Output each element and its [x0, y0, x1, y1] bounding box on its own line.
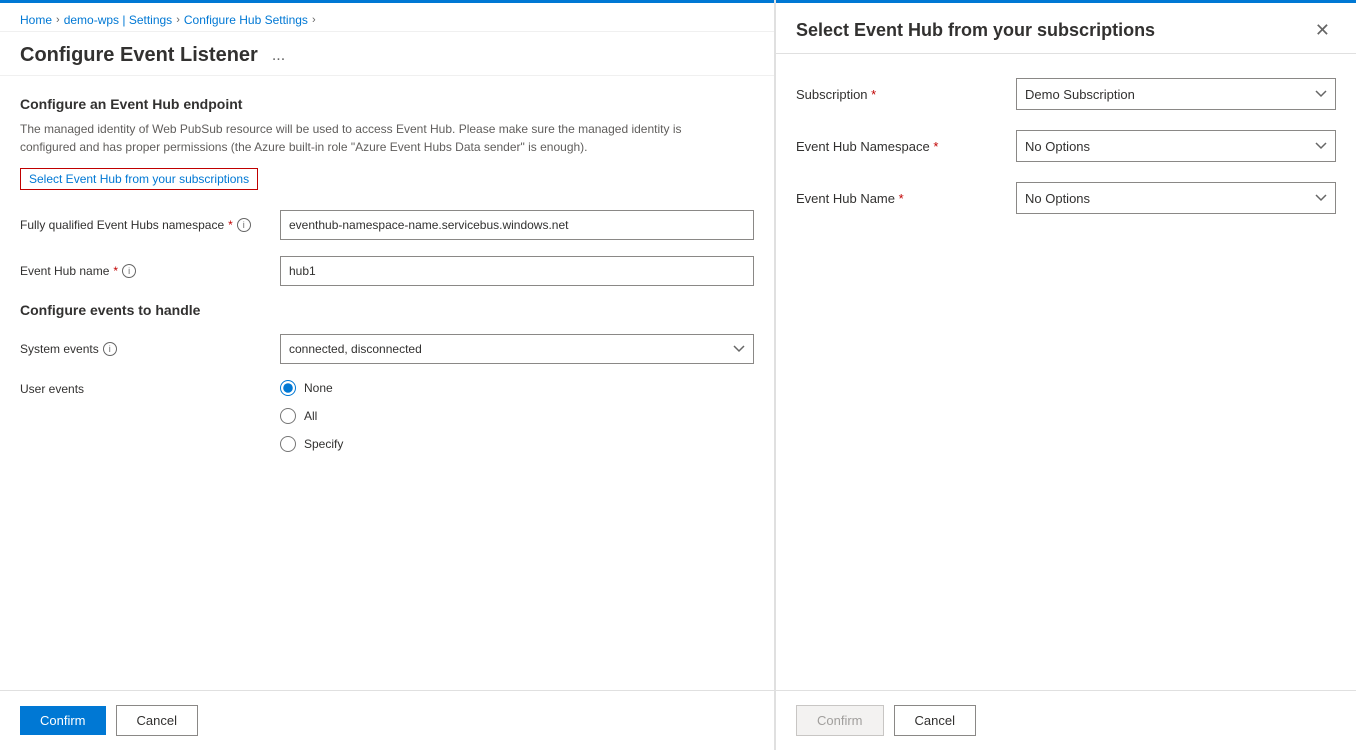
breadcrumb: Home › demo-wps | Settings › Configure H…	[0, 3, 774, 32]
breadcrumb-sep-3: ›	[312, 14, 316, 26]
right-footer: Confirm Cancel	[776, 690, 1356, 750]
user-events-radio-group: None All Specify	[280, 380, 343, 452]
select-event-hub-link[interactable]: Select Event Hub from your subscriptions	[20, 168, 258, 190]
breadcrumb-sep-2: ›	[176, 14, 180, 26]
right-namespace-label: Event Hub Namespace *	[796, 139, 1016, 154]
subscription-dropdown[interactable]: Demo Subscription	[1016, 78, 1336, 110]
radio-none-option[interactable]: None	[280, 380, 343, 396]
endpoint-description: The managed identity of Web PubSub resou…	[20, 120, 720, 156]
right-content: Subscription * Demo Subscription Event H…	[776, 54, 1356, 690]
right-namespace-row: Event Hub Namespace * No Options	[796, 130, 1336, 162]
right-close-button[interactable]: ✕	[1309, 19, 1336, 41]
system-events-row: System events i connected, disconnected	[20, 334, 754, 364]
left-panel: Home › demo-wps | Settings › Configure H…	[0, 0, 775, 750]
right-confirm-button: Confirm	[796, 705, 884, 736]
namespace-row: Fully qualified Event Hubs namespace * i	[20, 210, 754, 240]
breadcrumb-configure[interactable]: Configure Hub Settings	[184, 13, 308, 27]
system-events-dropdown[interactable]: connected, disconnected	[280, 334, 754, 364]
user-events-label: User events	[20, 380, 280, 452]
radio-all-option[interactable]: All	[280, 408, 343, 424]
right-hub-name-label: Event Hub Name *	[796, 191, 1016, 206]
hub-name-dropdown[interactable]: No Options	[1016, 182, 1336, 214]
radio-specify-label: Specify	[304, 437, 343, 451]
namespace-label: Fully qualified Event Hubs namespace * i	[20, 218, 280, 232]
right-hub-name-required: *	[899, 191, 904, 206]
subscription-label: Subscription *	[796, 87, 1016, 102]
subscription-required: *	[871, 87, 876, 102]
hub-name-row: Event Hub name * i	[20, 256, 754, 286]
namespace-input[interactable]	[280, 210, 754, 240]
radio-all-input[interactable]	[280, 408, 296, 424]
hub-name-input[interactable]	[280, 256, 754, 286]
right-namespace-required: *	[933, 139, 938, 154]
system-events-label: System events i	[20, 342, 280, 356]
page-title: Configure Event Listener	[20, 44, 258, 67]
endpoint-section-title: Configure an Event Hub endpoint	[20, 96, 754, 112]
hub-name-label: Event Hub name * i	[20, 264, 280, 278]
left-header: Configure Event Listener ...	[0, 32, 774, 76]
left-content: Configure an Event Hub endpoint The mana…	[0, 76, 774, 690]
radio-specify-input[interactable]	[280, 436, 296, 452]
radio-all-label: All	[304, 409, 317, 423]
system-events-info-icon[interactable]: i	[103, 342, 117, 356]
left-confirm-button[interactable]: Confirm	[20, 706, 106, 735]
breadcrumb-sep-1: ›	[56, 14, 60, 26]
namespace-required: *	[228, 218, 233, 232]
subscription-row: Subscription * Demo Subscription	[796, 78, 1336, 110]
breadcrumb-settings[interactable]: demo-wps | Settings	[64, 13, 173, 27]
radio-specify-option[interactable]: Specify	[280, 436, 343, 452]
user-events-row: User events None All Specify	[20, 380, 754, 452]
right-panel: Select Event Hub from your subscriptions…	[775, 0, 1356, 750]
right-hub-name-row: Event Hub Name * No Options	[796, 182, 1336, 214]
namespace-info-icon[interactable]: i	[237, 218, 251, 232]
ellipsis-button[interactable]: ...	[266, 45, 291, 67]
hub-name-required: *	[113, 264, 118, 278]
right-header: Select Event Hub from your subscriptions…	[776, 3, 1356, 54]
right-panel-title: Select Event Hub from your subscriptions	[796, 20, 1155, 41]
hub-name-info-icon[interactable]: i	[122, 264, 136, 278]
left-cancel-button[interactable]: Cancel	[116, 705, 198, 736]
events-section-title: Configure events to handle	[20, 302, 754, 318]
breadcrumb-home[interactable]: Home	[20, 13, 52, 27]
namespace-dropdown[interactable]: No Options	[1016, 130, 1336, 162]
radio-none-label: None	[304, 381, 333, 395]
left-footer: Confirm Cancel	[0, 690, 774, 750]
right-cancel-button[interactable]: Cancel	[894, 705, 976, 736]
radio-none-input[interactable]	[280, 380, 296, 396]
